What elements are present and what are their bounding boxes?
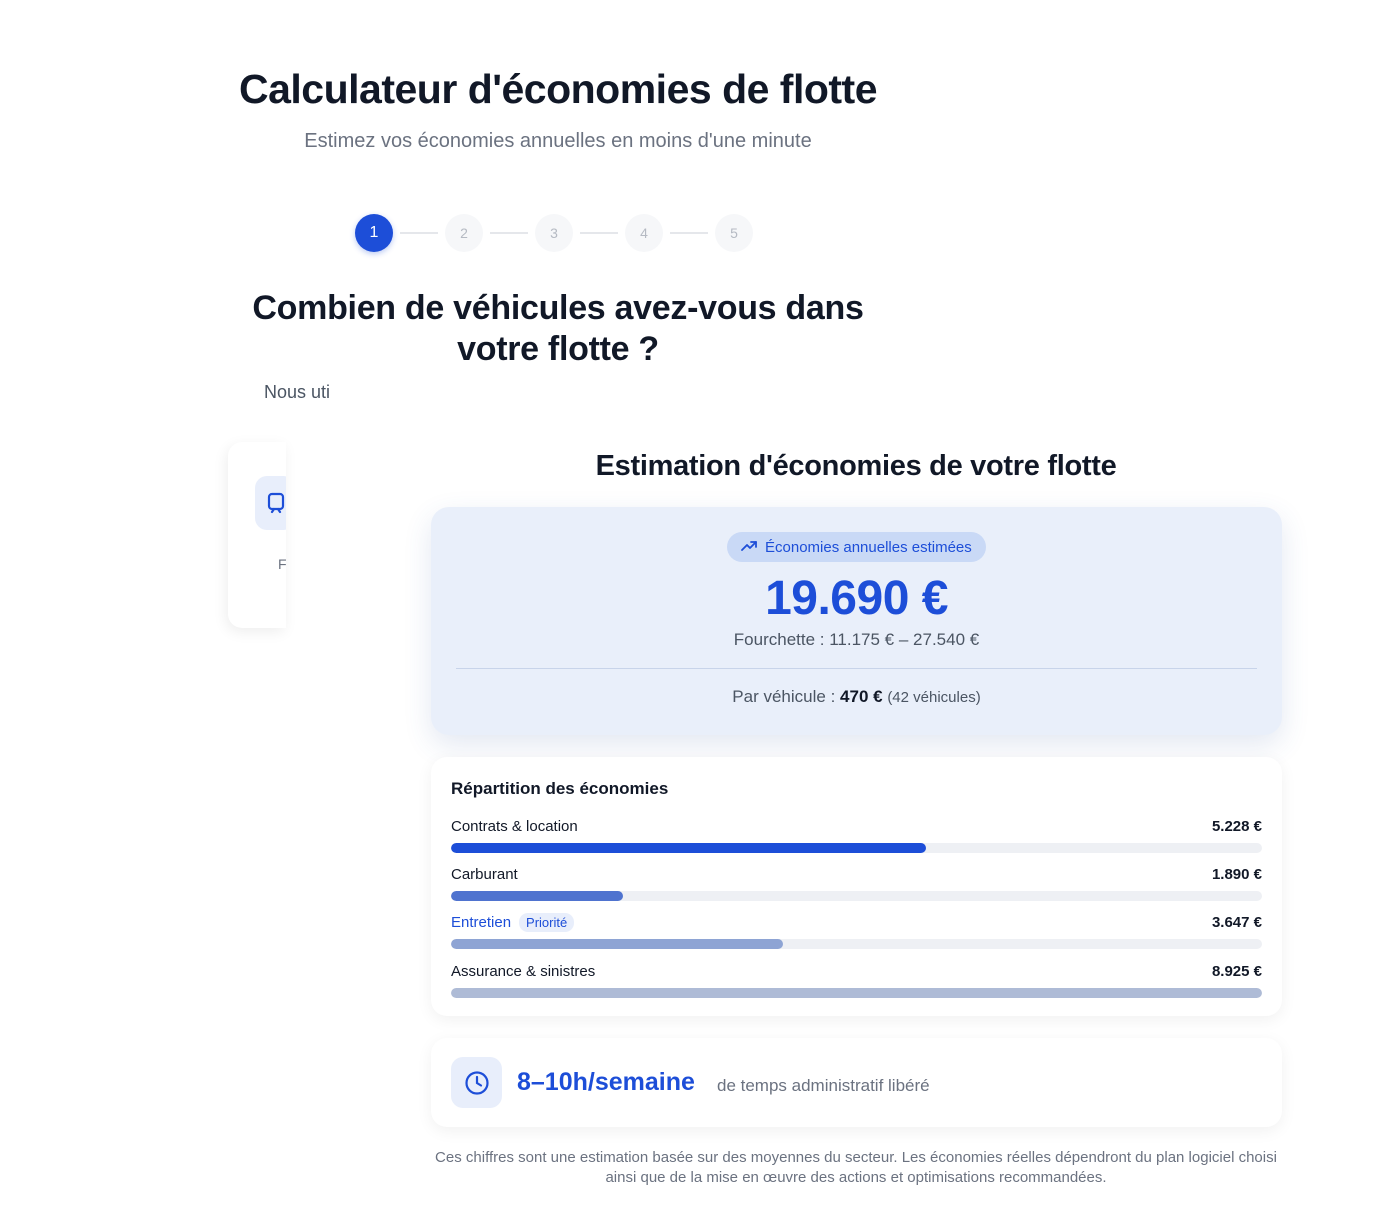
vehicle-count: (42 véhicules) — [887, 689, 981, 706]
question-helper-text: Nous uti — [264, 382, 331, 402]
breakdown-bar-track — [451, 891, 1262, 901]
savings-range: Fourchette : 11.175 € – 27.540 € — [733, 630, 980, 649]
breakdown-row-fuel: Carburant 1.890 € — [451, 863, 1262, 901]
breakdown-label: Entretien — [451, 913, 512, 931]
step-2: 2 — [445, 214, 483, 252]
annual-savings-amount: 19.690 € — [765, 572, 948, 625]
breakdown-bar-track — [451, 988, 1262, 998]
breakdown-row-maintenance: Entretien Priorité 3.647 € — [451, 911, 1262, 949]
step-3: 3 — [535, 214, 573, 252]
step-1: 1 — [355, 214, 393, 252]
step-connector — [670, 232, 708, 234]
progress-stepper: 1 2 3 4 5 — [355, 214, 753, 252]
breakdown-label: Carburant — [451, 865, 518, 883]
breakdown-bar-track — [451, 939, 1262, 949]
breakdown-row-contracts: Contrats & location 5.228 € — [451, 815, 1262, 853]
breakdown-bar-fill — [451, 988, 1262, 998]
step-connector — [580, 232, 618, 234]
page-title: Calculateur d'économies de flotte — [239, 66, 878, 112]
step-4: 4 — [625, 214, 663, 252]
step-connector — [400, 232, 438, 234]
breakdown-value: 1.890 € — [1211, 865, 1262, 883]
time-saved-description: de temps administratif libéré — [717, 1076, 930, 1095]
vehicle-icon — [255, 476, 286, 530]
breakdown-bar-fill — [451, 939, 783, 949]
breakdown-row-insurance: Assurance & sinistres 8.925 € — [451, 960, 1262, 998]
page-subtitle: Estimez vos économies annuelles en moins… — [304, 130, 812, 152]
trending-up-icon — [741, 539, 757, 556]
breakdown-value: 8.925 € — [1211, 962, 1262, 980]
step-5: 5 — [715, 214, 753, 252]
breakdown-bar-fill — [451, 843, 927, 853]
per-vehicle-label: Par véhicule : — [732, 687, 836, 706]
estimation-title: Estimation d'économies de votre flotte — [595, 450, 1117, 482]
annual-savings-label: Économies annuelles estimées — [765, 538, 972, 556]
per-vehicle-value: 470 € — [840, 687, 883, 706]
annual-savings-badge: Économies annuelles estimées — [727, 532, 986, 562]
time-saved-card: 8–10h/semaine de temps administratif lib… — [431, 1038, 1282, 1127]
divider — [456, 668, 1257, 669]
breakdown-title: Répartition des économies — [451, 779, 669, 798]
vehicle-option-card[interactable]: F — [228, 442, 286, 628]
breakdown-label-priority: Entretien Priorité — [451, 912, 575, 932]
question-title: Combien de véhicules avez-vous dans votr… — [252, 289, 864, 368]
savings-summary-card: Économies annuelles estimées 19.690 € Fo… — [431, 507, 1282, 735]
per-vehicle-savings: Par véhicule : 470 € (42 véhicules) — [431, 687, 1282, 707]
step-connector — [490, 232, 528, 234]
vehicle-option-label: F — [278, 556, 286, 572]
savings-breakdown-card: Répartition des économies Contrats & loc… — [431, 757, 1282, 1016]
breakdown-bar-fill — [451, 891, 623, 901]
breakdown-label: Assurance & sinistres — [451, 962, 596, 980]
breakdown-bar-track — [451, 843, 1262, 853]
disclaimer-text: Ces chiffres sont une estimation basée s… — [435, 1149, 1277, 1186]
breakdown-label: Contrats & location — [451, 817, 578, 835]
breakdown-value: 5.228 € — [1211, 817, 1262, 835]
breakdown-value: 3.647 € — [1211, 913, 1262, 931]
time-saved-value: 8–10h/semaine — [517, 1068, 695, 1096]
priority-badge: Priorité — [519, 912, 575, 932]
clock-icon — [451, 1057, 502, 1108]
